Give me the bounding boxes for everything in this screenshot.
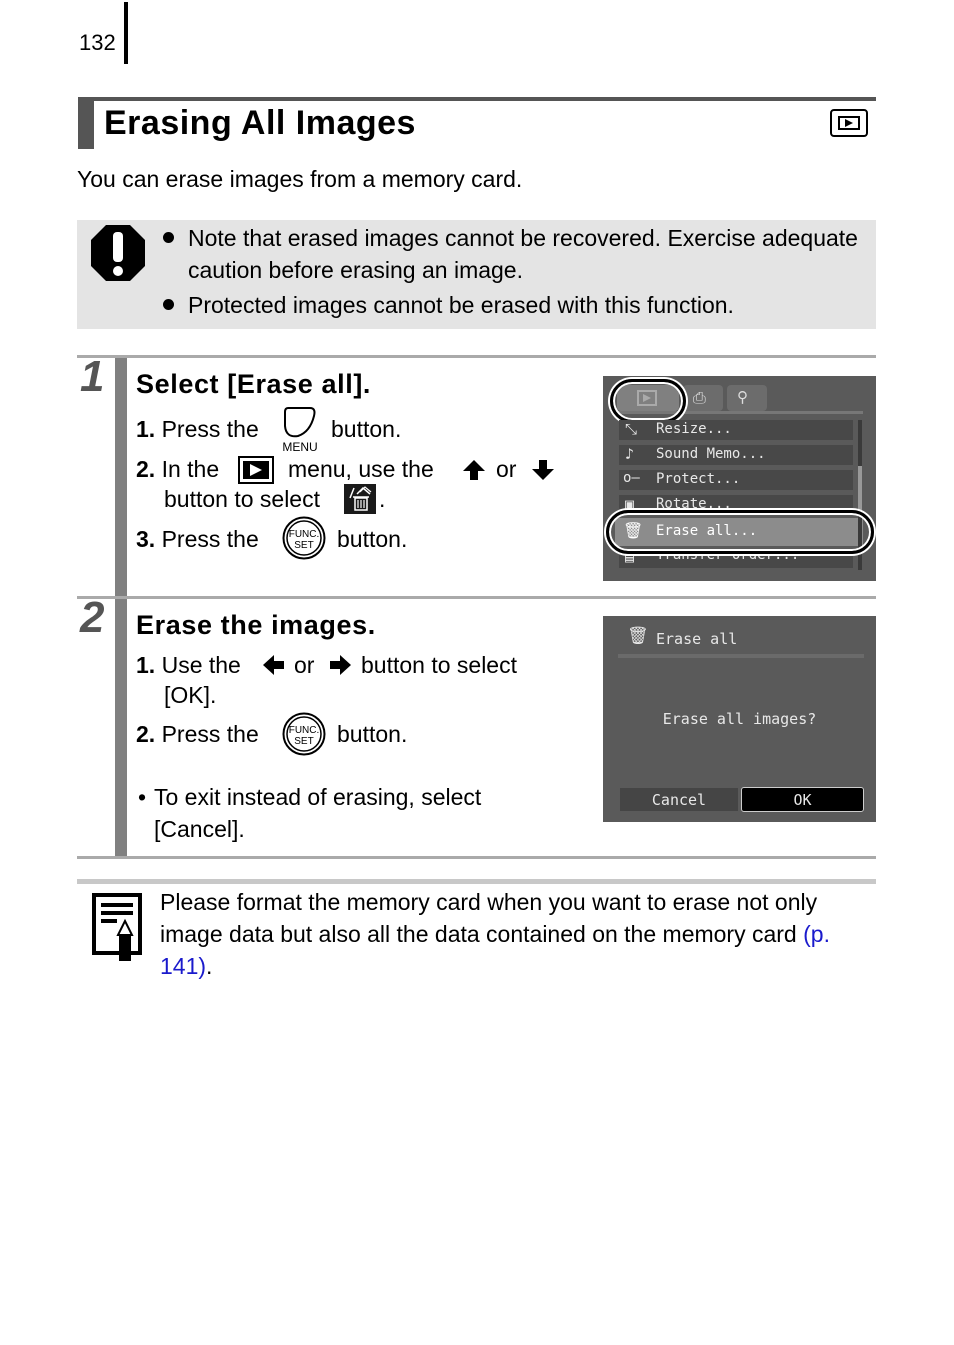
instruction-text: button. — [331, 416, 402, 442]
instruction-text: button to select — [164, 486, 320, 512]
highlight-ellipse — [606, 510, 874, 554]
caution-item: Note that erased images cannot be recove… — [160, 222, 870, 286]
instruction-text: [OK]. — [164, 682, 217, 708]
bullet-icon — [163, 232, 174, 243]
highlight-circle — [610, 379, 686, 423]
tab-setup[interactable]: ⚲ — [727, 385, 767, 411]
step-2-top-rule — [77, 596, 876, 599]
rotate-icon: ▣ — [625, 495, 635, 509]
microphone-icon: ♪ — [625, 445, 635, 463]
menu-item[interactable]: ▣ Rotate... — [619, 495, 853, 509]
instruction-line: 2. Press the — [136, 721, 259, 747]
playback-mode-icon — [830, 109, 868, 137]
menu-item[interactable]: ▤ Transfer Order... — [619, 552, 853, 568]
step-heading: Erase the images. — [136, 610, 376, 640]
scrollbar-thumb[interactable] — [858, 466, 862, 516]
instruction-text: or — [294, 652, 315, 678]
key-icon: o‒ — [623, 470, 640, 486]
instruction-text: button. — [337, 721, 408, 747]
menu-item[interactable]: ♪ Sound Memo... — [619, 445, 853, 465]
resize-icon: ⤡ — [625, 420, 638, 438]
caution-icon — [91, 225, 145, 281]
bullet-icon — [163, 299, 174, 310]
instruction-text: button. — [337, 526, 408, 552]
memo-text: Please format the memory card when you w… — [160, 889, 830, 979]
dialog-message: Erase all images? — [662, 710, 817, 728]
tab-print[interactable]: ⎙ — [683, 385, 723, 411]
page-number-divider — [124, 2, 128, 64]
svg-text:FUNC.: FUNC. — [289, 529, 320, 540]
step-number: 2 — [80, 593, 105, 642]
left-arrow-icon — [263, 655, 284, 675]
instruction-text: or — [496, 456, 517, 482]
camera-menu-screen: ⎙ ⚲ ⤡ Resize... ♪ Sound Memo... o‒ Prote… — [603, 376, 876, 581]
tip-text: [Cancel]. — [154, 816, 245, 842]
instruction-text: . — [379, 486, 386, 512]
erase-confirm-screen: 🗑 Erase all Erase all images? Cancel OK — [603, 616, 876, 822]
tip-text: To exit instead of erasing, select — [154, 784, 482, 810]
svg-text:MENU: MENU — [282, 440, 317, 454]
instruction-line: 1. Use the — [136, 652, 241, 678]
title-divider — [618, 654, 864, 658]
setup-icon: ⚲ — [737, 388, 748, 406]
instruction-line: 1. Press the — [136, 416, 259, 442]
playback-menu-icon — [238, 456, 274, 484]
page-title: Erasing All Images — [104, 104, 416, 142]
menu-item[interactable]: o‒ Protect... — [619, 470, 853, 490]
step-1-top-rule — [77, 355, 876, 358]
title-accent-bar — [78, 97, 94, 149]
note-rule — [77, 879, 876, 884]
caution-item: Protected images cannot be erased with t… — [160, 289, 870, 321]
print-icon: ⎙ — [693, 388, 706, 407]
right-arrow-icon — [330, 655, 351, 675]
instruction-text: button to select — [361, 652, 517, 678]
step-1-bar — [115, 358, 127, 596]
memo-icon — [92, 893, 142, 961]
page-number: 132 — [79, 30, 116, 55]
step-2-bar — [115, 599, 127, 856]
func-set-button-icon: FUNC. SET — [282, 516, 326, 560]
step-2-bottom-rule — [77, 856, 876, 859]
down-arrow-icon — [532, 460, 554, 480]
instruction-line: 2. In the — [136, 456, 220, 482]
step-number: 1 — [80, 352, 105, 401]
title-rule — [78, 97, 876, 101]
step-heading: Select [Erase all]. — [136, 369, 372, 399]
erase-all-icon — [344, 484, 376, 514]
erase-all-icon: 🗑 — [627, 626, 649, 646]
cancel-button[interactable]: Cancel — [620, 788, 738, 811]
svg-text:FUNC.: FUNC. — [289, 725, 320, 736]
func-set-button-icon: FUNC. SET — [282, 712, 326, 756]
instruction-text: menu, use the — [288, 456, 434, 482]
intro-text: You can erase images from a memory card. — [77, 166, 523, 192]
menu-item[interactable]: ⤡ Resize... — [619, 420, 853, 440]
svg-text:SET: SET — [294, 736, 313, 747]
transfer-icon: ▤ — [625, 552, 635, 566]
ok-button[interactable]: OK — [741, 787, 864, 812]
instruction-line: 3. Press the — [136, 526, 259, 552]
caution-list: Note that erased images cannot be recove… — [160, 222, 870, 324]
bullet-marker: • — [138, 784, 147, 810]
up-arrow-icon — [463, 460, 485, 480]
menu-button-icon: MENU — [282, 407, 318, 454]
dialog-title: Erase all — [656, 630, 738, 648]
svg-text:SET: SET — [294, 540, 313, 551]
